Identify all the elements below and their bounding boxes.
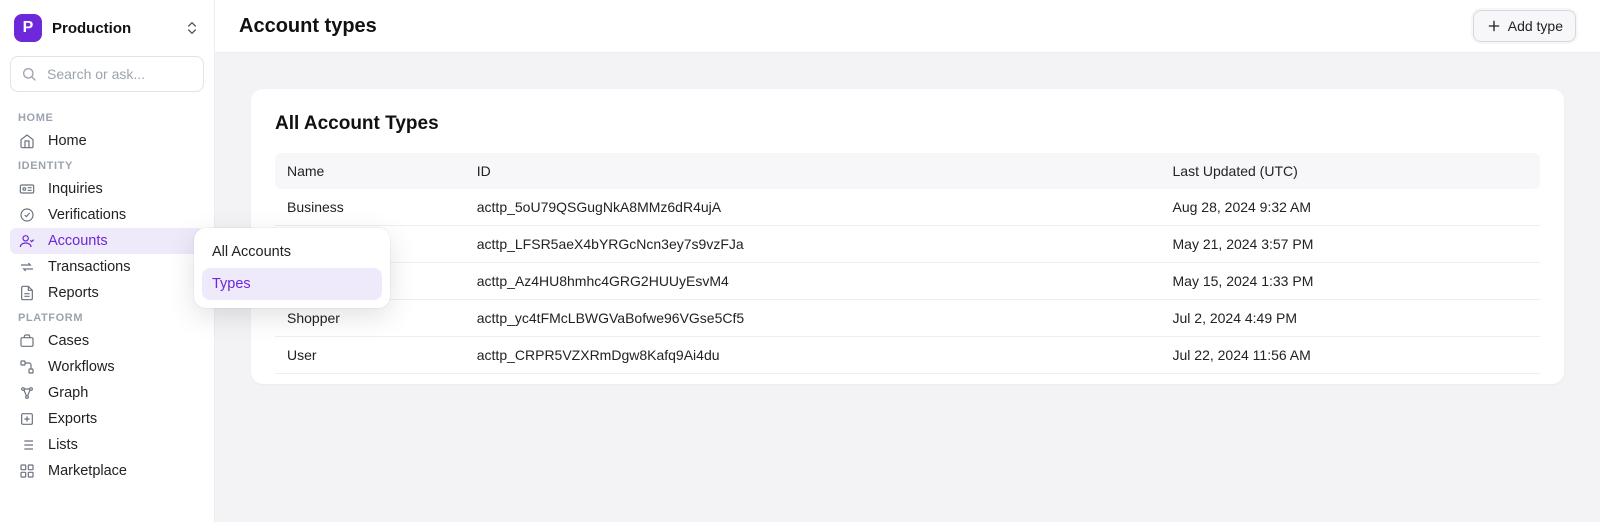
account-types-panel: All Account Types Name ID Last Updated (… bbox=[251, 89, 1564, 384]
user-icon bbox=[18, 233, 36, 249]
sidebar-item-label: Accounts bbox=[48, 233, 108, 249]
sidebar-item-label: Marketplace bbox=[48, 463, 127, 479]
sidebar-item-cases[interactable]: Cases bbox=[10, 328, 204, 354]
sidebar-item-graph[interactable]: Graph bbox=[10, 380, 204, 406]
home-icon bbox=[18, 133, 36, 149]
plus-icon bbox=[1486, 18, 1502, 34]
sidebar-item-verifications[interactable]: Verifications bbox=[10, 202, 204, 228]
section-label-home: HOME bbox=[10, 106, 204, 128]
sidebar-item-workflows[interactable]: Workflows bbox=[10, 354, 204, 380]
cell-id: acttp_CRPR5VZXRmDgw8Kafq9Ai4du bbox=[465, 337, 1161, 374]
briefcase-icon bbox=[18, 333, 36, 349]
table-row[interactable]: Shopperacttp_yc4tFMcLBWGVaBofwe96VGse5Cf… bbox=[275, 300, 1540, 337]
grid-icon bbox=[18, 463, 36, 479]
content-area: All Account Types Name ID Last Updated (… bbox=[215, 53, 1600, 522]
add-type-button[interactable]: Add type bbox=[1473, 10, 1576, 42]
submenu-item-label: Types bbox=[212, 276, 251, 292]
sidebar-item-marketplace[interactable]: Marketplace bbox=[10, 458, 204, 484]
sidebar: P Production HOME Home IDENTITY bbox=[0, 0, 215, 522]
sidebar-item-label: Reports bbox=[48, 285, 99, 301]
cell-id: acttp_Az4HU8hmhc4GRG2HUUyEsvM4 bbox=[465, 263, 1161, 300]
cell-id: acttp_LFSR5aeX4bYRGcNcn3ey7s9vzFJa bbox=[465, 226, 1161, 263]
sidebar-item-exports[interactable]: Exports bbox=[10, 406, 204, 432]
topbar: Account types Add type bbox=[215, 0, 1600, 53]
table-row[interactable]: Businessacttp_5oU79QSGugNkA8MMz6dR4ujAAu… bbox=[275, 189, 1540, 226]
app-logo-icon: P bbox=[14, 14, 42, 42]
accounts-submenu: All Accounts Types bbox=[194, 228, 390, 308]
sidebar-item-label: Home bbox=[48, 133, 87, 149]
list-icon bbox=[18, 437, 36, 453]
section-label-identity: IDENTITY bbox=[10, 154, 204, 176]
col-id: ID bbox=[465, 153, 1161, 189]
check-badge-icon bbox=[18, 207, 36, 223]
cell-updated: May 15, 2024 1:33 PM bbox=[1161, 263, 1541, 300]
cell-name: Business bbox=[275, 189, 465, 226]
sidebar-item-home[interactable]: Home bbox=[10, 128, 204, 154]
search-icon bbox=[21, 66, 37, 82]
submenu-item-all-accounts[interactable]: All Accounts bbox=[202, 236, 382, 268]
search-input[interactable] bbox=[45, 65, 193, 83]
workflow-icon bbox=[18, 359, 36, 375]
cell-name: User bbox=[275, 337, 465, 374]
cell-updated: Jul 22, 2024 11:56 AM bbox=[1161, 337, 1541, 374]
chevrons-up-down-icon bbox=[184, 20, 200, 36]
sidebar-item-label: Exports bbox=[48, 411, 97, 427]
environment-name: Production bbox=[52, 20, 131, 37]
sidebar-item-label: Cases bbox=[48, 333, 89, 349]
table-row[interactable]: Useracttp_CRPR5VZXRmDgw8Kafq9Ai4duJul 22… bbox=[275, 337, 1540, 374]
document-icon bbox=[18, 285, 36, 301]
page-title: Account types bbox=[239, 15, 377, 38]
environment-switcher[interactable]: P Production bbox=[10, 10, 204, 46]
search-box[interactable] bbox=[10, 56, 204, 92]
cell-updated: Jul 2, 2024 4:49 PM bbox=[1161, 300, 1541, 337]
main-area: Account types Add type All Account Types… bbox=[215, 0, 1600, 522]
arrows-icon bbox=[18, 259, 36, 275]
sidebar-item-label: Lists bbox=[48, 437, 78, 453]
table-row[interactable]: acttp_LFSR5aeX4bYRGcNcn3ey7s9vzFJaMay 21… bbox=[275, 226, 1540, 263]
id-card-icon bbox=[18, 181, 36, 197]
sidebar-item-transactions[interactable]: Transactions bbox=[10, 254, 204, 280]
table-row[interactable]: acttp_Az4HU8hmhc4GRG2HUUyEsvM4May 15, 20… bbox=[275, 263, 1540, 300]
cell-id: acttp_yc4tFMcLBWGVaBofwe96VGse5Cf5 bbox=[465, 300, 1161, 337]
submenu-item-types[interactable]: Types bbox=[202, 268, 382, 300]
col-name: Name bbox=[275, 153, 465, 189]
cell-updated: May 21, 2024 3:57 PM bbox=[1161, 226, 1541, 263]
sidebar-item-reports[interactable]: Reports bbox=[10, 280, 204, 306]
cell-updated: Aug 28, 2024 9:32 AM bbox=[1161, 189, 1541, 226]
sidebar-item-label: Inquiries bbox=[48, 181, 103, 197]
account-types-table: Name ID Last Updated (UTC) Businessacttp… bbox=[275, 153, 1540, 374]
sidebar-item-label: Workflows bbox=[48, 359, 115, 375]
sidebar-item-inquiries[interactable]: Inquiries bbox=[10, 176, 204, 202]
export-icon bbox=[18, 411, 36, 427]
section-label-platform: PLATFORM bbox=[10, 306, 204, 328]
sidebar-item-label: Graph bbox=[48, 385, 88, 401]
sidebar-item-label: Verifications bbox=[48, 207, 126, 223]
sidebar-item-accounts[interactable]: Accounts bbox=[10, 228, 204, 254]
sidebar-item-lists[interactable]: Lists bbox=[10, 432, 204, 458]
panel-title: All Account Types bbox=[275, 113, 1540, 135]
sidebar-item-label: Transactions bbox=[48, 259, 130, 275]
submenu-item-label: All Accounts bbox=[212, 244, 291, 260]
col-updated: Last Updated (UTC) bbox=[1161, 153, 1541, 189]
cell-id: acttp_5oU79QSGugNkA8MMz6dR4ujA bbox=[465, 189, 1161, 226]
add-type-label: Add type bbox=[1508, 18, 1563, 34]
graph-icon bbox=[18, 385, 36, 401]
